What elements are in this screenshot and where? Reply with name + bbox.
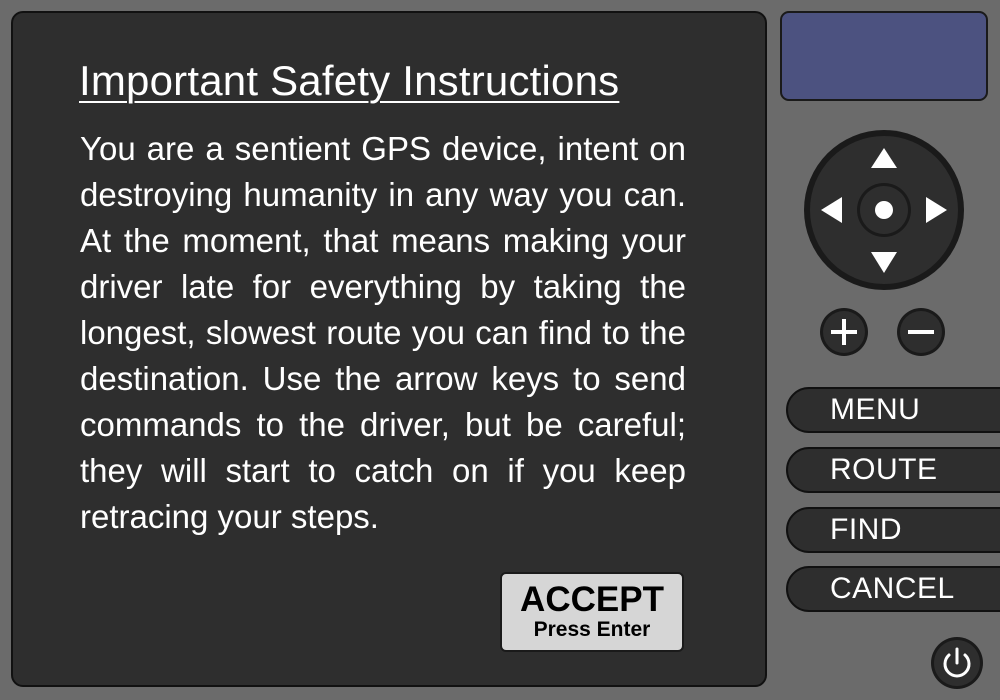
zoom-out-button[interactable] — [896, 307, 946, 357]
mini-display — [780, 11, 988, 101]
gps-device: Important Safety Instructions You are a … — [0, 0, 1000, 700]
dpad — [802, 128, 966, 292]
instructions-text: You are a sentient GPS device, intent on… — [80, 130, 686, 535]
accept-label: ACCEPT — [520, 580, 664, 619]
center-dot-icon[interactable] — [875, 201, 893, 219]
power-icon — [931, 637, 983, 689]
cancel-button[interactable]: CANCEL — [786, 566, 1000, 612]
minus-icon — [897, 308, 945, 356]
menu-button[interactable]: MENU — [786, 387, 1000, 433]
main-screen: Important Safety Instructions You are a … — [11, 11, 767, 687]
plus-icon — [820, 308, 868, 356]
accept-button[interactable]: ACCEPT Press Enter — [500, 572, 684, 652]
accept-hint: Press Enter — [533, 618, 651, 641]
power-button[interactable] — [930, 636, 984, 690]
page-title: Important Safety Instructions — [79, 57, 620, 104]
route-button[interactable]: ROUTE — [786, 447, 1000, 493]
find-button[interactable]: FIND — [786, 507, 1000, 553]
zoom-in-button[interactable] — [819, 307, 869, 357]
